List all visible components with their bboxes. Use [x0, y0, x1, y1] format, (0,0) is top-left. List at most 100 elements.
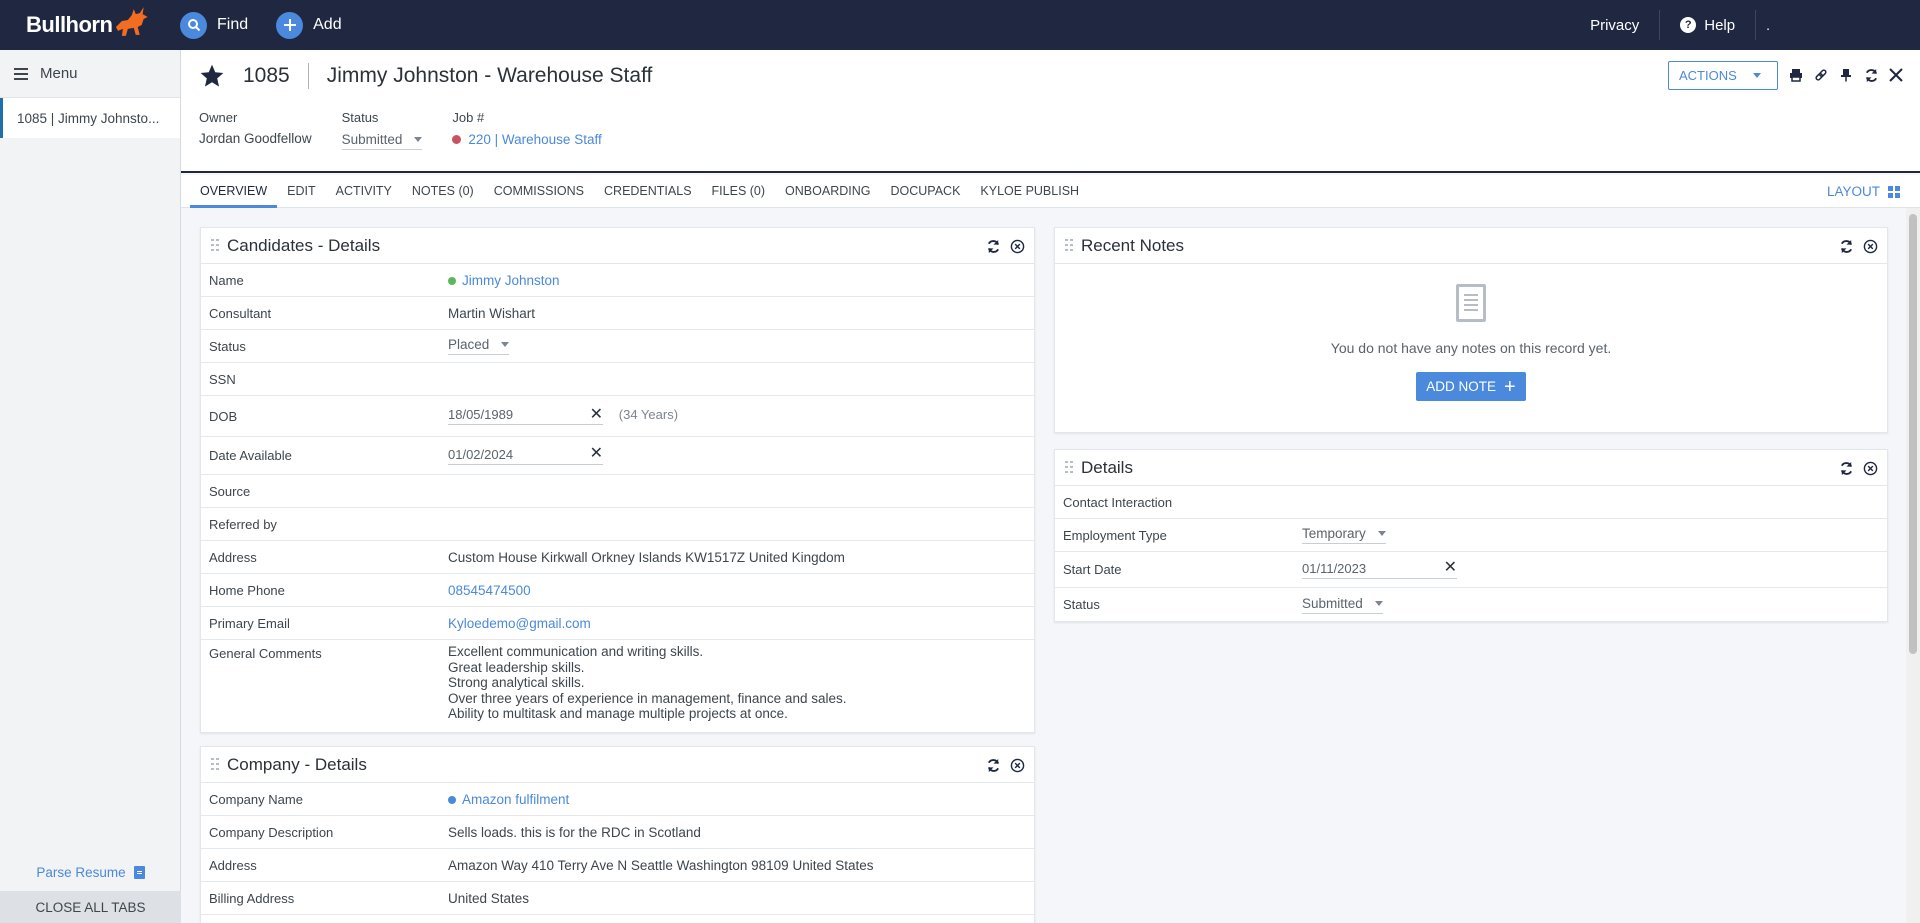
field-label: Start Date — [1063, 562, 1122, 577]
layout-button[interactable]: LAYOUT — [1827, 175, 1900, 208]
date-available-value: 01/02/2024 — [448, 446, 514, 462]
clear-icon[interactable]: ✕ — [1444, 560, 1457, 576]
tab-onboarding[interactable]: ONBOARDING — [775, 175, 880, 208]
owner-value: Jordan Goodfellow — [199, 131, 312, 146]
start-date-input[interactable]: 01/11/2023 ✕ — [1302, 560, 1457, 579]
employment-type-select[interactable]: Temporary — [1302, 526, 1386, 544]
drag-handle-icon[interactable] — [211, 757, 219, 772]
tab-edit[interactable]: EDIT — [277, 175, 325, 208]
dob-input[interactable]: 18/05/1989 ✕ — [448, 406, 603, 425]
close-circle-icon[interactable] — [1861, 237, 1879, 255]
add-note-label: ADD NOTE — [1426, 379, 1497, 394]
pin-icon[interactable] — [1834, 64, 1858, 86]
field-label: DOB — [209, 408, 238, 424]
email-link[interactable]: Kyloedemo@gmail.com — [448, 616, 1034, 631]
card-title: Company - Details — [227, 754, 367, 774]
content-scrollbar[interactable] — [1906, 208, 1920, 923]
drag-handle-icon[interactable] — [211, 238, 219, 253]
menu-button[interactable]: Menu — [0, 50, 180, 98]
company-desc-row: Company Description Sells loads. this is… — [201, 816, 1034, 849]
comments-row: General Comments Excellent communication… — [201, 640, 1034, 726]
tab-files[interactable]: FILES (0) — [702, 175, 776, 208]
details-status-select[interactable]: Submitted — [1302, 596, 1383, 614]
company-desc-value: Sells loads. this is for the RDC in Scot… — [448, 824, 701, 840]
link-icon[interactable] — [1809, 64, 1833, 86]
find-button[interactable]: Find — [180, 11, 248, 39]
job-label: Job # — [452, 110, 485, 125]
field-label: Contact Interaction — [1063, 494, 1173, 510]
close-all-tabs-button[interactable]: CLOSE ALL TABS — [0, 891, 181, 923]
chevron-down-icon — [414, 137, 423, 142]
refresh-icon[interactable] — [984, 756, 1002, 774]
details-status-row: Status Submitted — [1055, 588, 1887, 621]
tab-credentials[interactable]: CREDENTIALS — [594, 175, 702, 208]
add-button[interactable]: Add — [276, 11, 342, 39]
close-circle-icon[interactable] — [1008, 237, 1026, 255]
close-circle-icon[interactable] — [1861, 459, 1879, 477]
tab-activity[interactable]: ACTIVITY — [326, 175, 402, 208]
plus-icon: + — [1504, 375, 1516, 398]
refresh-icon[interactable] — [1859, 64, 1883, 86]
date-available-input[interactable]: 01/02/2024 ✕ — [448, 446, 603, 465]
actions-label: ACTIONS — [1679, 68, 1737, 83]
hamburger-icon — [14, 67, 28, 80]
close-icon[interactable] — [1884, 64, 1908, 86]
employment-type-value: Temporary — [1302, 526, 1366, 541]
user-menu[interactable]: . — [1756, 17, 1920, 33]
content-area: Candidates - Details Name Jimmy Johnston… — [181, 208, 1906, 923]
privacy-link[interactable]: Privacy — [1570, 12, 1659, 38]
drag-handle-icon[interactable] — [1065, 460, 1073, 475]
tab-notes[interactable]: NOTES (0) — [402, 175, 484, 208]
tab-commissions[interactable]: COMMISSIONS — [484, 175, 594, 208]
tab-kyloe-publish[interactable]: KYLOE PUBLISH — [970, 175, 1089, 208]
clear-icon[interactable]: ✕ — [590, 446, 603, 462]
star-icon[interactable] — [199, 63, 225, 89]
record-tabs: OVERVIEW EDIT ACTIVITY NOTES (0) COMMISS… — [181, 175, 1920, 208]
field-label: Consultant — [209, 305, 272, 321]
general-comments: Excellent communication and writing skil… — [448, 640, 1034, 726]
name-row: Name Jimmy Johnston — [201, 264, 1034, 297]
field-label: Status — [209, 338, 246, 354]
job-link[interactable]: 220 | Warehouse Staff — [452, 132, 602, 147]
field-label: Status — [1063, 597, 1100, 612]
company-address-row: Address Amazon Way 410 Terry Ave N Seatt… — [201, 849, 1034, 882]
clear-icon[interactable]: ✕ — [590, 406, 603, 422]
field-label: Date Available — [209, 448, 292, 463]
refresh-icon[interactable] — [984, 237, 1002, 255]
sidebar-open-tab[interactable]: 1085 | Jimmy Johnsto... — [0, 98, 180, 138]
details-card: Details Contact Interaction Employment T… — [1054, 449, 1888, 622]
refresh-icon[interactable] — [1837, 237, 1855, 255]
ssn-row: SSN — [201, 363, 1034, 396]
tab-docupack[interactable]: DOCUPACK — [880, 175, 970, 208]
bullhorn-logo[interactable]: Bullhorn — [26, 0, 152, 50]
company-name: Amazon fulfilment — [462, 791, 570, 807]
company-address-value: Amazon Way 410 Terry Ave N Seattle Washi… — [448, 857, 874, 873]
add-note-button[interactable]: ADD NOTE + — [1416, 372, 1526, 401]
field-label: SSN — [209, 371, 236, 387]
card-title: Candidates - Details — [227, 235, 381, 255]
top-nav: Bullhorn Find Add Privacy ? Help . — [0, 0, 1920, 50]
drag-handle-icon[interactable] — [1065, 238, 1073, 253]
phone-link[interactable]: 08545474500 — [448, 583, 1034, 598]
comment-line: Ability to multitask and manage multiple… — [448, 706, 788, 721]
parse-resume-link[interactable]: Parse Resume — [0, 857, 181, 887]
candidate-status-value: Placed — [448, 337, 490, 352]
actions-dropdown[interactable]: ACTIONS — [1668, 61, 1778, 90]
logo-text: Bullhorn — [26, 12, 113, 37]
candidate-status-select[interactable]: Placed — [448, 337, 510, 355]
tab-overview[interactable]: OVERVIEW — [190, 175, 278, 208]
empty-notes-message: You do not have any notes on this record… — [1330, 340, 1612, 356]
close-circle-icon[interactable] — [1008, 756, 1026, 774]
help-link[interactable]: ? Help — [1660, 12, 1755, 38]
recent-notes-card: Recent Notes You do not have any notes o… — [1054, 227, 1888, 433]
candidate-name-link[interactable]: Jimmy Johnston — [448, 273, 1034, 288]
record-header: 1085 Jimmy Johnston - Warehouse Staff Ow… — [181, 50, 1920, 173]
job-value: 220 | Warehouse Staff — [468, 132, 602, 147]
refresh-icon[interactable] — [1837, 459, 1855, 477]
field-label: Home Phone — [209, 582, 285, 598]
company-name-link[interactable]: Amazon fulfilment — [448, 792, 1034, 807]
status-select[interactable]: Submitted — [341, 132, 423, 150]
print-icon[interactable] — [1784, 64, 1808, 86]
candidates-details-card: Candidates - Details Name Jimmy Johnston… — [200, 227, 1035, 733]
scrollbar-thumb[interactable] — [1909, 214, 1917, 654]
